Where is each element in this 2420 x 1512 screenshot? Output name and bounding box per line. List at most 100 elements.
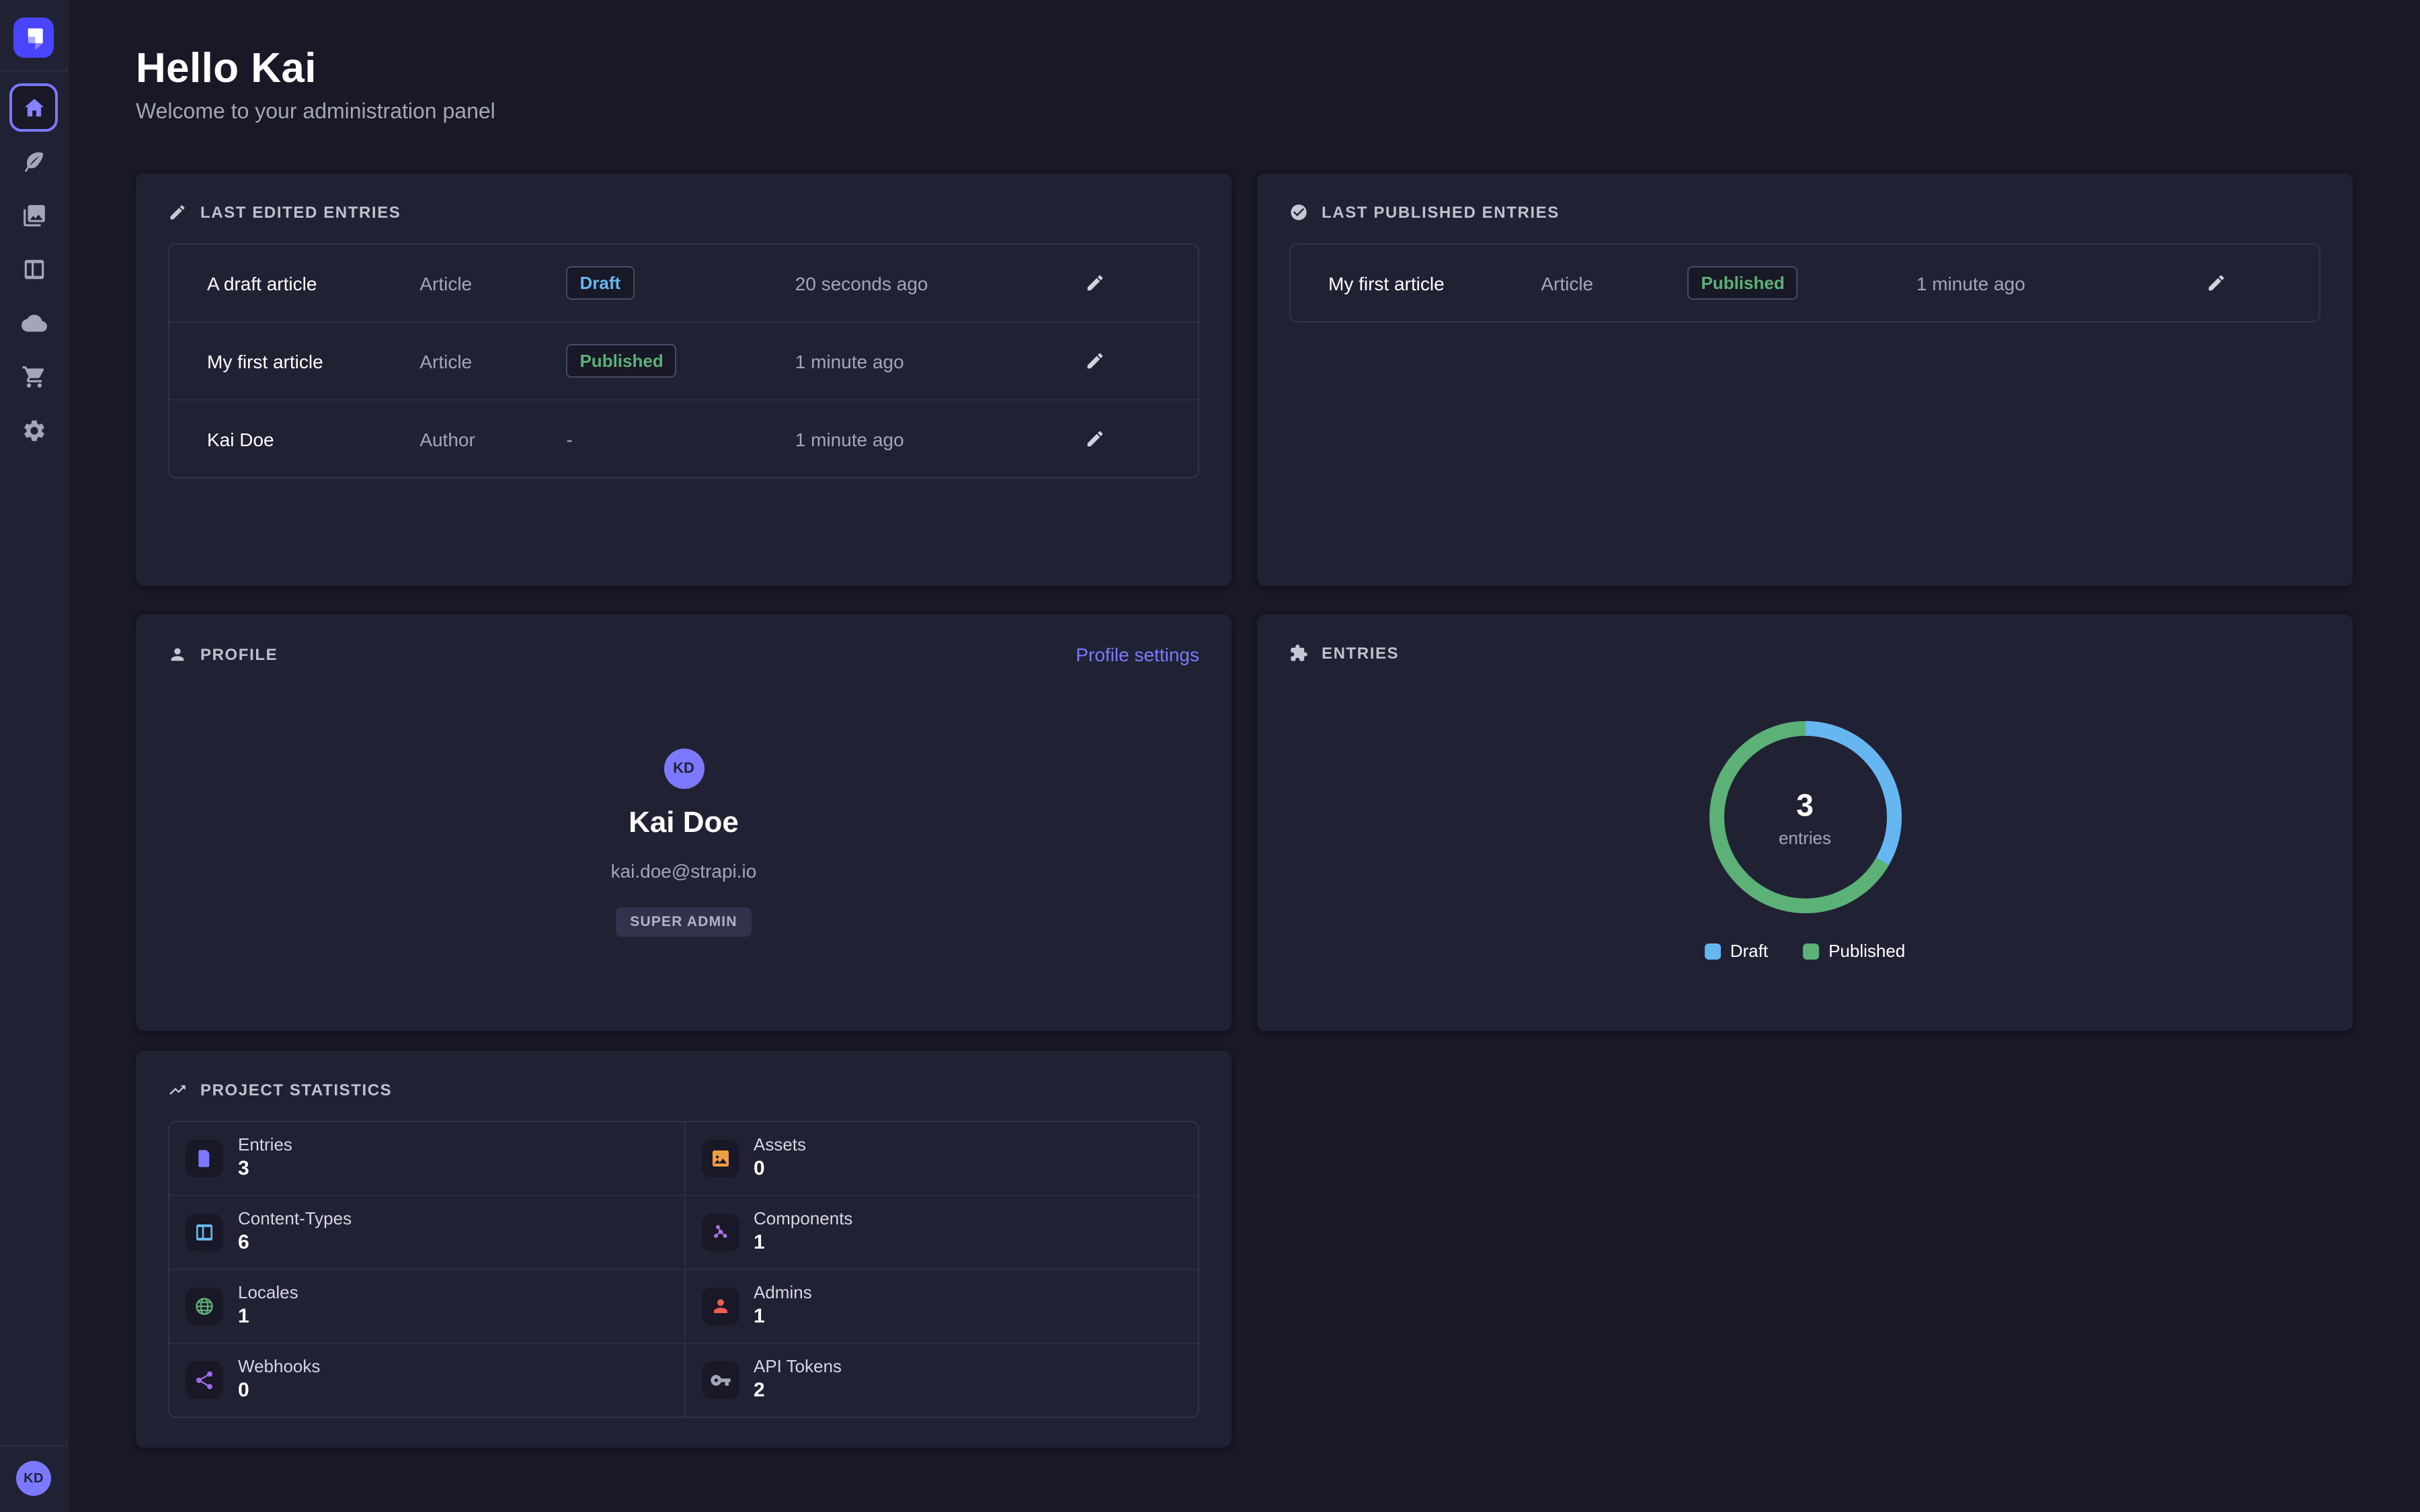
profile-settings-link[interactable]: Profile settings [1076, 644, 1199, 665]
globe-icon [186, 1288, 223, 1325]
sidebar: KD [0, 0, 69, 1512]
cluster-icon [701, 1214, 739, 1251]
stat-entries: Entries 3 [169, 1122, 684, 1195]
entry-kind: Article [419, 350, 566, 372]
edit-entry-button[interactable] [1080, 423, 1111, 454]
donut-legend: Draft Published [1257, 941, 2353, 961]
edit-entry-button[interactable] [1080, 267, 1111, 298]
stat-value: 0 [754, 1157, 806, 1181]
sidebar-item-content-manager[interactable] [9, 137, 58, 185]
stat-value: 1 [238, 1305, 298, 1329]
stat-value: 1 [754, 1305, 812, 1329]
entries-donut-chart: 3 entries [1697, 710, 1912, 925]
legend-draft-swatch [1705, 943, 1721, 959]
widget-title: Entries [1322, 644, 1399, 663]
sidebar-user-avatar[interactable]: KD [16, 1461, 51, 1496]
stat-value: 6 [238, 1231, 352, 1255]
user-icon [168, 645, 187, 664]
profile-email: kai.doe@strapi.io [136, 860, 1232, 882]
sidebar-item-home[interactable] [9, 83, 58, 132]
key-icon [701, 1361, 739, 1399]
sidebar-bottom-divider [0, 1445, 67, 1446]
stat-label: Assets [754, 1136, 806, 1156]
stats-grid: Entries 3 Assets 0 Content-Types 6 Compo… [168, 1121, 1199, 1418]
pencil-icon [1085, 351, 1105, 371]
puzzle-icon [1289, 644, 1308, 663]
page-header: Hello Kai Welcome to your administration… [136, 44, 495, 125]
table-row[interactable]: My first article Article Published 1 min… [169, 321, 1198, 399]
profile-role-badge: SUPER ADMIN [615, 907, 752, 937]
gear-icon [21, 417, 46, 443]
table-row[interactable]: My first article Article Published 1 min… [1291, 245, 2319, 321]
sidebar-item-marketplace[interactable] [9, 352, 58, 401]
layout-icon [186, 1214, 223, 1251]
home-icon [21, 95, 46, 120]
stat-label: Locales [238, 1284, 298, 1304]
stat-locales: Locales 1 [169, 1269, 684, 1343]
sidebar-item-content-type-builder[interactable] [9, 245, 58, 293]
entry-kind: Author [419, 428, 566, 450]
cart-icon [21, 364, 46, 389]
sidebar-item-media-library[interactable] [9, 191, 58, 239]
sidebar-item-settings[interactable] [9, 406, 58, 454]
pencil-icon [1085, 273, 1105, 293]
donut-total: 3 [1796, 787, 1814, 823]
donut-unit: entries [1779, 827, 1831, 847]
legend-published-swatch [1803, 943, 1819, 959]
last-edited-table: A draft article Article Draft 20 seconds… [168, 243, 1199, 478]
stat-admins: Admins 1 [684, 1269, 1198, 1343]
stat-components: Components 1 [684, 1195, 1198, 1269]
document-icon [186, 1140, 223, 1177]
media-library-icon [21, 202, 46, 228]
sidebar-nav [9, 71, 58, 460]
widget-entries-chart: Entries 3 entries Draft [1257, 614, 2353, 1031]
sidebar-item-deploy[interactable] [9, 298, 58, 347]
image-icon [701, 1140, 739, 1177]
person-icon [701, 1288, 739, 1325]
layout-icon [21, 256, 46, 282]
widget-profile: Profile Profile settings KD Kai Doe kai.… [136, 614, 1232, 1031]
stat-value: 1 [754, 1231, 852, 1255]
entry-title: My first article [1328, 272, 1541, 294]
stat-value: 2 [754, 1379, 842, 1403]
stat-label: Components [754, 1210, 852, 1230]
check-circle-icon [1289, 203, 1308, 222]
trend-up-icon [168, 1081, 187, 1099]
status-badge: Draft [566, 266, 634, 300]
widget-title: Last edited entries [200, 203, 401, 222]
widget-last-edited-entries: Last edited entries A draft article Arti… [136, 173, 1232, 586]
strapi-logo-icon[interactable] [13, 17, 54, 58]
status-empty: - [566, 428, 795, 450]
entry-time: 20 seconds ago [795, 272, 1080, 294]
edit-entry-button[interactable] [2201, 267, 2232, 298]
feather-icon [21, 149, 46, 174]
stat-api-tokens: API Tokens 2 [684, 1343, 1198, 1417]
table-row[interactable]: A draft article Article Draft 20 seconds… [169, 245, 1198, 321]
status-badge: Published [1687, 266, 1798, 300]
entry-title: Kai Doe [207, 428, 419, 450]
entry-time: 1 minute ago [1917, 272, 2201, 294]
page-title: Hello Kai [136, 44, 495, 93]
widget-title: Profile [200, 645, 278, 664]
widget-title: Project Statistics [200, 1081, 392, 1099]
widget-last-published-entries: Last published entries My first article … [1257, 173, 2353, 586]
status-badge: Published [566, 344, 676, 378]
entry-kind: Article [1541, 272, 1687, 294]
pencil-icon [1085, 429, 1105, 449]
pencil-icon [168, 203, 187, 222]
edit-entry-button[interactable] [1080, 345, 1111, 376]
profile-name: Kai Doe [136, 805, 1232, 840]
entry-time: 1 minute ago [795, 350, 1080, 372]
entry-kind: Article [419, 272, 566, 294]
widget-title: Last published entries [1322, 203, 1560, 222]
stat-webhooks: Webhooks 0 [169, 1343, 684, 1417]
legend-published-label: Published [1828, 941, 1905, 961]
table-row[interactable]: Kai Doe Author - 1 minute ago [169, 399, 1198, 477]
last-published-table: My first article Article Published 1 min… [1289, 243, 2321, 323]
pencil-icon [2206, 273, 2226, 293]
stat-label: Content-Types [238, 1210, 352, 1230]
stat-label: Webhooks [238, 1357, 320, 1378]
strapi-admin-dashboard: KD Hello Kai Welcome to your administrat… [0, 0, 2420, 1512]
profile-avatar: KD [663, 749, 704, 789]
stat-assets: Assets 0 [684, 1122, 1198, 1195]
